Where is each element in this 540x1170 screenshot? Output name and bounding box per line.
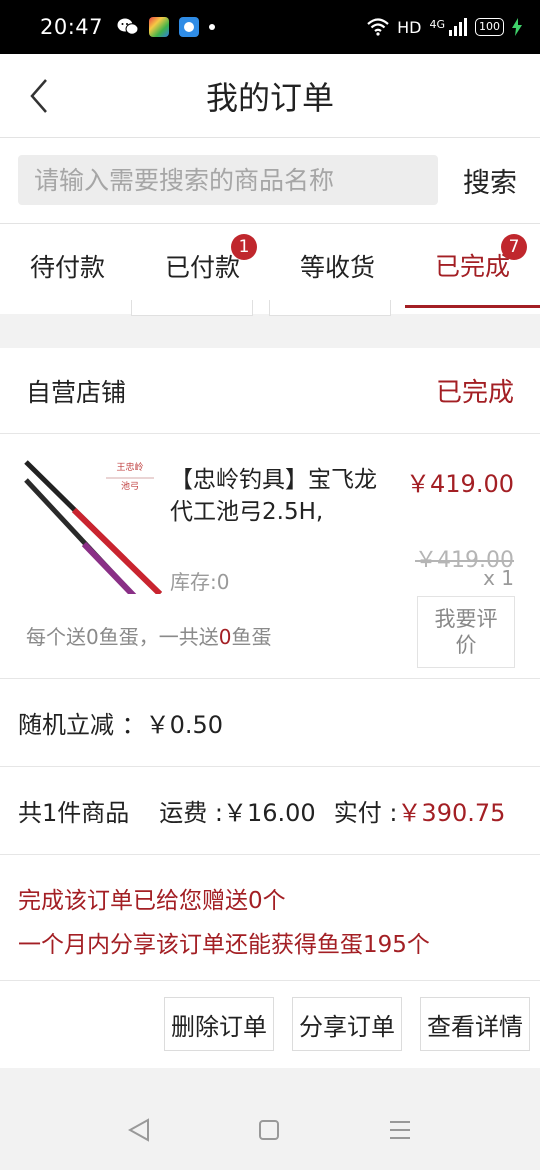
- product-image: 王忠岭 池弓: [24, 458, 162, 594]
- more-notifications-dot-icon: [209, 24, 216, 30]
- status-right: HD 4G 100: [367, 18, 522, 37]
- delete-order-button[interactable]: 删除订单: [164, 997, 274, 1051]
- search-bar: 搜索: [0, 138, 540, 224]
- tab-paid[interactable]: 已付款 1: [135, 224, 270, 308]
- app-icon-colorful: [149, 17, 170, 37]
- wifi-icon: [367, 18, 389, 36]
- status-bar: 20:47 HD 4G 100: [0, 0, 540, 54]
- review-button[interactable]: 我要评价: [417, 596, 515, 668]
- reward-notice: 完成该订单已给您赠送0个 一个月内分享该订单还能获得鱼蛋195个: [0, 855, 540, 981]
- tab-badge: 1: [231, 234, 257, 260]
- view-details-button[interactable]: 查看详情: [420, 997, 530, 1051]
- product-item[interactable]: 王忠岭 池弓 【忠岭钓具】宝飞龙代工池弓2.5H, ￥419.00 ￥419.0…: [0, 434, 540, 679]
- nav-back-icon[interactable]: [128, 1118, 150, 1142]
- search-button[interactable]: 搜索: [448, 155, 532, 205]
- header: 我的订单: [0, 54, 540, 138]
- thumb-brand-text: 王忠岭: [116, 461, 143, 473]
- tab-label: 已完成: [434, 251, 510, 281]
- tab-badge: 7: [501, 234, 527, 260]
- shipping-value: ￥16.00: [223, 799, 316, 827]
- cellular-signal-icon: 4G: [429, 18, 467, 36]
- gift-count: 0: [218, 625, 232, 649]
- nav-menu-icon[interactable]: [388, 1120, 412, 1140]
- tab-completed[interactable]: 已完成 7: [405, 224, 540, 308]
- product-name: 【忠岭钓具】宝飞龙代工池弓2.5H,: [170, 467, 377, 525]
- fishing-rod-image: 王忠岭 池弓: [24, 460, 162, 594]
- notice-line: 完成该订单已给您赠送0个: [18, 888, 286, 914]
- discount-value: ￥0.50: [145, 711, 224, 739]
- tab-label: 等收货: [299, 253, 375, 282]
- shop-name: 自营店铺: [26, 377, 127, 407]
- item-count: 共1件商品: [18, 799, 130, 827]
- product-quantity: x 1: [483, 566, 514, 590]
- tab-label: 已付款: [164, 253, 240, 282]
- battery-level: 100: [479, 20, 500, 33]
- tab-pending-payment[interactable]: 待付款: [0, 224, 135, 308]
- back-button[interactable]: [28, 76, 58, 116]
- product-clip: 王忠岭 池弓 【忠岭钓具】宝飞龙代工池弓2.5H, ￥419.00 ￥419.0…: [0, 434, 540, 594]
- charging-icon: [512, 18, 522, 36]
- discount-row: 随机立减 ： ￥0.50: [0, 679, 540, 767]
- notification-icons: [117, 17, 216, 37]
- status-time: 20:47: [40, 15, 104, 39]
- previous-card-button-fragment: [269, 300, 391, 316]
- network-type: HD: [397, 17, 422, 37]
- product-stock: 库存:0: [170, 570, 230, 594]
- previous-card-button-fragment: [131, 300, 253, 316]
- battery-icon: 100: [475, 18, 504, 36]
- app-icon-blue: [179, 17, 200, 37]
- gift-suffix: 鱼蛋: [231, 625, 272, 649]
- tab-awaiting-delivery[interactable]: 等收货: [270, 224, 405, 308]
- gift-info: 每个送0鱼蛋，一共送0鱼蛋: [26, 621, 271, 650]
- order-card: 自营店铺 已完成 王忠岭 池弓 【忠岭钓具】宝飞龙代工池弓2.5H, ￥419.…: [0, 348, 540, 1068]
- share-order-button[interactable]: 分享订单: [292, 997, 402, 1051]
- signal-type: 4G: [429, 18, 445, 31]
- shop-row: 自营店铺 已完成: [0, 348, 540, 434]
- product-price: ￥419.00: [406, 470, 514, 498]
- chevron-left-icon: [30, 79, 47, 113]
- discount-label: 随机立减 ：: [18, 711, 146, 739]
- thumb-model-text: 池弓: [121, 480, 139, 492]
- system-nav-bar: [0, 1090, 540, 1170]
- shipping-label: 运费 :: [159, 799, 223, 827]
- order-actions: 删除订单 分享订单 查看详情: [0, 981, 540, 1067]
- paid-value: ￥390.75: [397, 799, 506, 827]
- summary-row: 共1件商品 运费 : ￥16.00 实付 : ￥390.75: [0, 767, 540, 855]
- search-input[interactable]: [18, 155, 438, 205]
- gift-prefix: 每个送0鱼蛋，一共送: [26, 625, 219, 649]
- order-status: 已完成: [435, 378, 514, 408]
- page-title: 我的订单: [205, 78, 334, 117]
- wechat-icon: [117, 18, 139, 35]
- paid-label: 实付 :: [333, 799, 398, 827]
- tab-label: 待付款: [29, 253, 105, 282]
- notice-line: 一个月内分享该订单还能获得鱼蛋195个: [18, 932, 430, 958]
- nav-home-icon[interactable]: [258, 1119, 280, 1141]
